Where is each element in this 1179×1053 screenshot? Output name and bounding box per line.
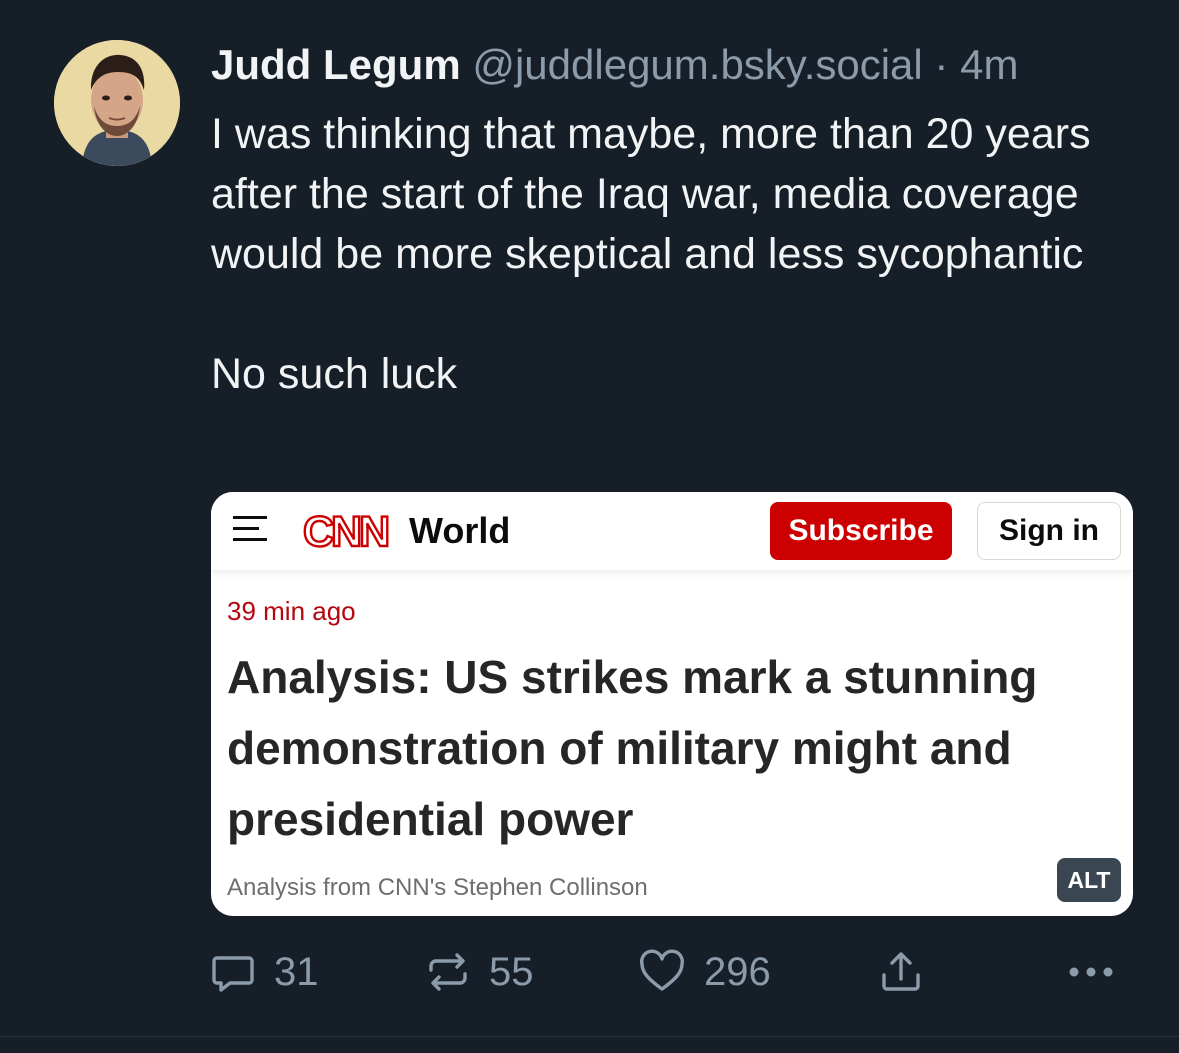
article-byline: Analysis from CNN's Stephen Collinson [227,874,648,901]
post-divider [0,1036,1179,1037]
author-name[interactable]: Judd Legum [211,41,461,88]
post-text: I was thinking that maybe, more than 20 … [211,104,1151,404]
reply-button[interactable]: 31 [210,942,319,1002]
reply-icon [212,956,254,992]
avatar-image [54,40,180,166]
subscribe-button: Subscribe [770,502,952,560]
heart-icon [640,949,684,991]
cnn-logo-icon: CNN [303,508,392,552]
post-time[interactable]: 4m [960,41,1018,88]
post: Judd Legum @juddlegum.bsky.social · 4m I… [0,0,1179,1053]
svg-text:CNN: CNN [303,508,388,552]
more-icon [1069,967,1113,977]
post-text-paragraph: I was thinking that maybe, more than 20 … [211,110,1091,278]
avatar[interactable] [54,40,180,166]
repost-count: 55 [489,949,534,994]
author-handle[interactable]: @juddlegum.bsky.social [472,41,922,88]
cnn-header-bar: CNN World Subscribe Sign in [211,492,1133,570]
share-icon [882,952,920,991]
more-options-button[interactable] [1066,942,1116,1002]
like-button[interactable]: 296 [638,942,771,1002]
article-timestamp: 39 min ago [227,596,356,626]
like-count: 296 [704,949,771,994]
reply-count: 31 [274,949,319,994]
share-button[interactable] [878,942,924,1002]
hamburger-menu-icon [233,514,267,544]
article-headline: Analysis: US strikes mark a stunning dem… [227,651,1038,845]
sign-in-button: Sign in [977,502,1121,560]
post-header: Judd Legum @juddlegum.bsky.social · 4m [211,40,1018,90]
post-text-paragraph: No such luck [211,350,458,398]
alt-text-badge[interactable]: ALT [1057,858,1121,902]
repost-button[interactable]: 55 [425,942,534,1002]
post-actions: 31 55 296 [0,942,1179,1002]
header-separator: · [934,41,949,88]
cnn-section-label: World [409,510,511,551]
repost-icon [429,953,467,991]
embedded-image[interactable]: CNN World Subscribe Sign in 39 min ago A… [211,492,1133,916]
